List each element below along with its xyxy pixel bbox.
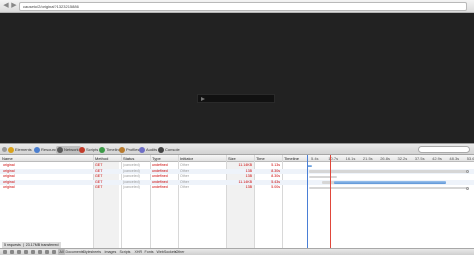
back-icon[interactable]: ◀ [2,2,10,10]
play-icon[interactable] [201,97,205,101]
network-panel: Name Method Status Type Initiator Size T… [0,155,474,248]
timeline-tick-label: 37.5s [414,156,425,161]
tab-audits[interactable]: Audits [138,146,159,154]
tab-label: Scripts [86,147,99,152]
timeline-tick-label: 32.2s [397,156,408,161]
status-bar: 5 requests ❘ 23.17MB transferred All Docu… [0,242,474,255]
cell-initiator: Other [180,185,189,190]
browser-window: ◀ ▶ causeto/2/original?1323215886 Elemen… [0,0,474,255]
column-header-status[interactable]: Status [123,155,134,162]
load-event-line [330,155,331,248]
settings-icon[interactable] [17,250,21,254]
profiles-icon [119,147,125,153]
tab-label: Console [165,147,180,152]
timeline-tick-label: 16.1s [345,156,356,161]
devtools-toolbar: Elements Resources Network Scripts Timeline P… [0,143,474,155]
tab-label: Audits [146,147,158,152]
clear-icon[interactable] [24,250,28,254]
filter-icon[interactable] [52,250,56,254]
request-summary: 5 requests ❘ 23.17MB transferred [2,242,61,248]
timeline-tick-label: 5.4s [311,156,319,161]
scripts-icon [79,147,85,153]
preserve-log-icon[interactable] [45,250,49,254]
timeline-tick-label: 26.8s [380,156,390,161]
dock-icon[interactable] [3,250,7,254]
request-end-marker [466,186,469,190]
record-icon[interactable] [31,250,35,254]
cell-type: undefined [152,185,168,190]
filter-fonts[interactable]: Fonts [143,249,155,255]
column-header-timeline[interactable]: Timeline [284,155,299,162]
dom-content-loaded-line [307,155,308,248]
network-header: Name Method Status Type Initiator Size T… [0,155,474,162]
address-bar[interactable]: causeto/2/original?1323215886 [19,2,467,11]
tab-label: Elements [15,147,32,152]
network-icon [57,147,63,153]
cell-status: (canceled) [123,185,140,190]
tab-elements[interactable]: Elements [7,146,34,154]
column-header-type[interactable]: Type [152,155,161,162]
forward-icon[interactable]: ▶ [10,2,18,10]
timeline-icon [99,147,105,153]
column-header-initiator[interactable]: Initiator [180,155,193,162]
timeline-tick-label: 21.5s [362,156,373,161]
cell-size: 13B [245,185,252,190]
elements-icon [8,147,14,153]
filter-stylesheets[interactable]: Stylesheets [81,249,103,255]
cell-name: original [3,185,15,190]
column-header-method[interactable]: Method [95,155,108,162]
console-icon [158,147,164,153]
column-header-time[interactable]: Time [256,155,265,162]
timeline-tick-label: 53.6s [466,156,474,161]
cell-time: 5.00s [271,185,280,190]
timeline-tick-label: 48.3s [449,156,460,161]
large-rows-icon[interactable] [38,250,42,254]
waterfall-bar-wait [309,170,467,173]
timeline-tick-label: 42.9s [432,156,442,161]
browser-chrome: ◀ ▶ causeto/2/original?1323215886 [0,0,474,13]
tab-network[interactable]: Network [56,146,81,154]
filter-other[interactable]: Other [174,249,186,255]
filter-xhr[interactable]: XHR [133,249,144,255]
tab-label: Network [64,147,79,152]
waterfall-bar-wait [309,175,337,179]
cell-method: GET [95,185,103,190]
column-header-size[interactable]: Size [228,155,236,162]
column-header-name[interactable]: Name [2,155,13,162]
request-end-marker [466,169,469,173]
audits-icon [139,147,145,153]
console-icon[interactable] [10,250,14,254]
page-viewport [0,13,474,143]
filter-scripts[interactable]: Scripts [118,249,132,255]
search-input[interactable] [418,146,470,153]
tab-console[interactable]: Console [157,146,182,154]
waterfall-bar-receive [334,181,446,184]
filter-images[interactable]: Images [103,249,118,255]
video-player[interactable] [197,94,275,103]
resources-icon [34,147,40,153]
tab-scripts[interactable]: Scripts [78,146,100,154]
